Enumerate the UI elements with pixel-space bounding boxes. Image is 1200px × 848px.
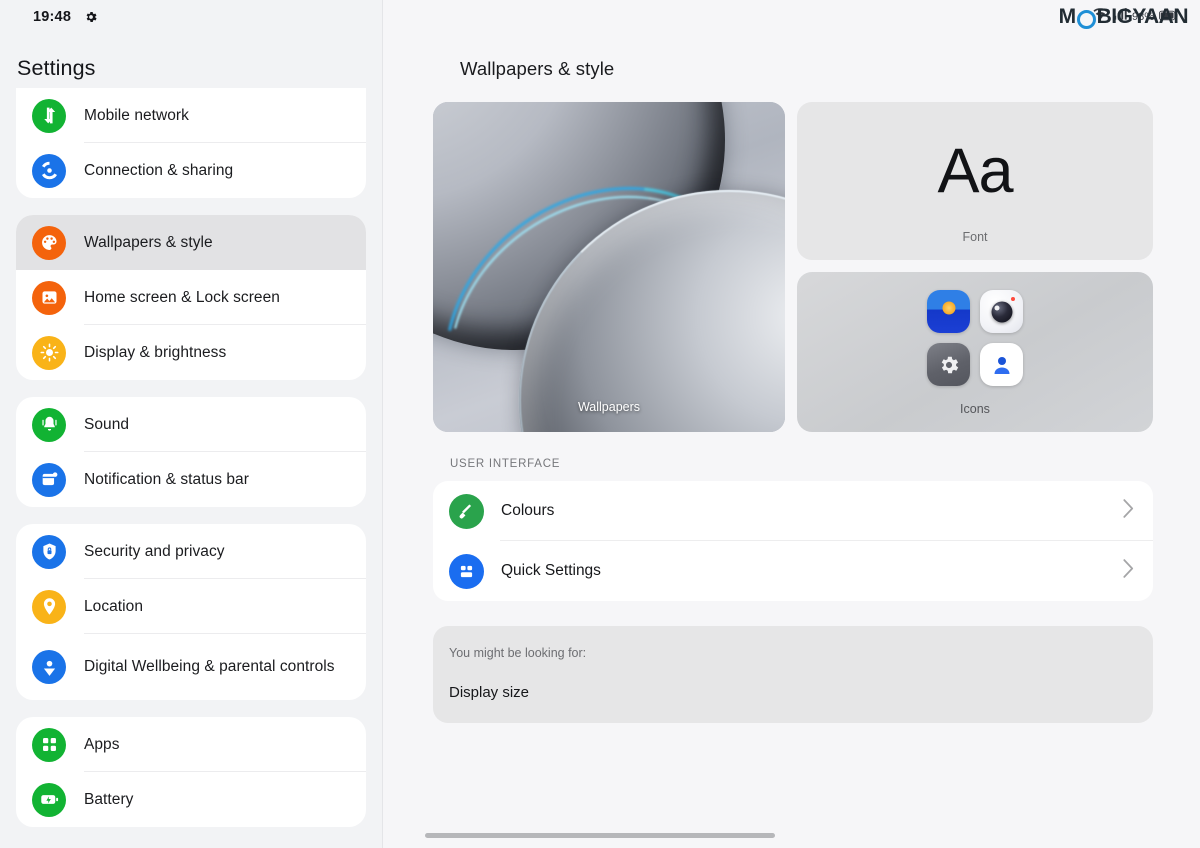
gesture-navigation-pill[interactable] (425, 833, 775, 838)
ui-row-label: Quick Settings (501, 562, 601, 579)
sidebar-item-label: Notification & status bar (84, 470, 249, 488)
font-preview-card[interactable]: Aa Font (797, 102, 1153, 260)
suggestion-card[interactable]: You might be looking for: Display size (433, 626, 1153, 723)
sidebar-item-wallpapers-style[interactable]: Wallpapers & style (16, 215, 366, 270)
sidebar-group: Apps Battery (16, 717, 366, 827)
apps-grid-icon (32, 727, 66, 762)
sidebar-title: Settings (17, 56, 96, 80)
sidebar-item-notification-status-bar[interactable]: Notification & status bar (16, 452, 366, 507)
user-interface-section-header: USER INTERFACE (450, 458, 561, 470)
sound-bell-icon (32, 407, 66, 442)
quick-settings-tiles-icon (449, 553, 484, 589)
sidebar-item-display-brightness[interactable]: Display & brightness (16, 325, 366, 380)
user-interface-card: Colours Quick Settings (433, 481, 1153, 601)
font-card-label: Font (962, 230, 988, 244)
sidebar-item-label: Home screen & Lock screen (84, 288, 280, 306)
camera-app-icon (980, 290, 1023, 333)
settings-app-icon (927, 343, 970, 386)
paint-roller-icon (449, 493, 484, 529)
gear-icon (84, 10, 98, 24)
connection-sharing-icon (32, 153, 66, 188)
home-lock-screen-icon (32, 280, 66, 315)
sidebar-item-mobile-network[interactable]: Mobile network (16, 88, 366, 143)
location-pin-icon (32, 589, 66, 624)
sidebar-item-connection-sharing[interactable]: Connection & sharing (16, 143, 366, 198)
sidebar-group: Security and privacy Location Digital Well… (16, 524, 366, 700)
watermark-o-ring (1076, 9, 1096, 29)
font-sample-text: Aa (937, 136, 1013, 206)
camera-lens-shape (991, 301, 1012, 323)
sidebar-item-digital-wellbeing-parental-controls[interactable]: Digital Wellbeing & parental controls (16, 634, 366, 700)
shield-lock-icon (32, 534, 66, 569)
icons-preview-card[interactable]: Icons (797, 272, 1153, 432)
chevron-right-icon (1122, 498, 1135, 524)
icons-card-label: Icons (960, 402, 990, 416)
notification-icon (32, 462, 66, 497)
app-icon-grid (927, 290, 1023, 386)
sidebar-group: Sound Notification & status bar (16, 397, 366, 507)
camera-indicator-dot (1011, 297, 1015, 301)
ui-row-label: Colours (501, 502, 555, 519)
sidebar-item-label: Apps (84, 735, 120, 753)
sidebar-group: Mobile network Connection & sharing (16, 88, 366, 198)
sidebar-item-label: Display & brightness (84, 343, 227, 361)
chevron-right-icon (1122, 558, 1135, 584)
sidebar-item-label: Sound (84, 415, 130, 433)
status-bar-time: 19:48 (33, 9, 72, 25)
brightness-icon (32, 335, 66, 370)
settings-sidebar: 19:48 Settings Mobile network Connection … (0, 0, 383, 848)
sidebar-item-label: Connection & sharing (84, 161, 234, 179)
sidebar-item-label: Digital Wellbeing & parental controls (84, 658, 335, 676)
sidebar-item-label: Security and privacy (84, 542, 225, 560)
sidebar-item-label: Battery (84, 790, 134, 808)
sidebar-group: Wallpapers & style Home screen & Lock scr… (16, 215, 366, 380)
mobigyaan-watermark: M BIGYAAN (1058, 5, 1189, 29)
sidebar-item-security-and-privacy[interactable]: Security and privacy (16, 524, 366, 579)
watermark-text-before: M (1058, 5, 1077, 28)
preview-cards-row: Wallpapers Aa Font Icons (383, 80, 1200, 432)
wallpapers-card-label: Wallpapers (577, 400, 641, 414)
battery-icon (32, 782, 66, 817)
sidebar-item-sound[interactable]: Sound (16, 397, 366, 452)
main-content: 98% M BIGYAAN Wallpapers & style Wallpap… (383, 0, 1200, 848)
sidebar-scroll-area[interactable]: Mobile network Connection & sharing Wallpa… (0, 88, 382, 848)
sidebar-item-label: Location (84, 597, 144, 615)
wallpapers-preview-card[interactable]: Wallpapers (433, 102, 785, 432)
contacts-app-icon (980, 343, 1023, 386)
palette-icon (32, 225, 66, 260)
settings-screen: 19:48 Settings Mobile network Connection … (0, 0, 1200, 848)
gallery-app-icon (927, 290, 970, 333)
watermark-text-after: BIGYAAN (1096, 5, 1189, 28)
sidebar-item-location[interactable]: Location (16, 579, 366, 634)
suggestion-item-display-size[interactable]: Display size (449, 684, 1153, 701)
sidebar-item-label: Wallpapers & style (84, 233, 213, 251)
sidebar-item-label: Mobile network (84, 106, 189, 124)
sidebar-item-battery[interactable]: Battery (16, 772, 366, 827)
digital-wellbeing-icon (32, 650, 66, 684)
sidebar-item-home-screen-lock-screen[interactable]: Home screen & Lock screen (16, 270, 366, 325)
mobile-network-icon (32, 98, 66, 133)
gallery-sun-shape (942, 301, 955, 315)
right-preview-column: Aa Font Icons (797, 102, 1153, 432)
ui-row-quick-settings[interactable]: Quick Settings (433, 541, 1153, 601)
suggestion-heading: You might be looking for: (449, 646, 587, 660)
status-bar: 19:48 (0, 0, 382, 34)
ui-row-colours[interactable]: Colours (433, 481, 1153, 541)
sidebar-item-apps[interactable]: Apps (16, 717, 366, 772)
